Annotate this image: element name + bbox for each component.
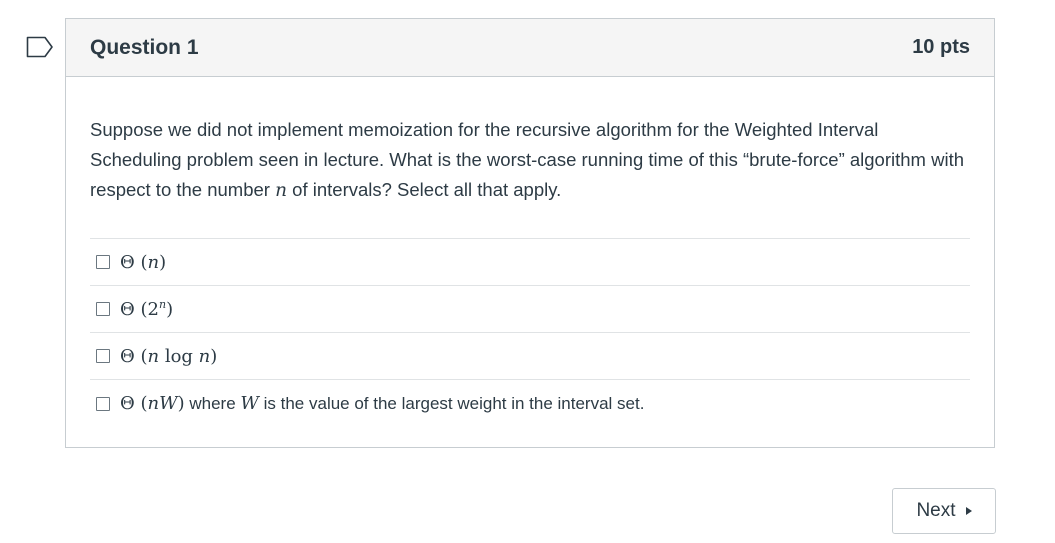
answer-option-2[interactable]: Θ (2n) (90, 286, 970, 333)
answer-checkbox[interactable] (96, 255, 110, 269)
question-body: Suppose we did not implement memoization… (66, 77, 994, 427)
answer-checkbox[interactable] (96, 302, 110, 316)
question-header: Question 1 10 pts (66, 19, 994, 77)
answer-label: Θ (nW) where W is the value of the large… (120, 393, 645, 414)
answer-option-4[interactable]: Θ (nW) where W is the value of the large… (90, 380, 970, 427)
answer-label: Θ (n log n) (120, 345, 218, 367)
answer-label: Θ (2n) (120, 298, 174, 320)
answer-label: Θ (n) (120, 251, 167, 273)
answer-option-3[interactable]: Θ (n log n) (90, 333, 970, 380)
answer-option-1[interactable]: Θ (n) (90, 239, 970, 286)
next-button[interactable]: Next (892, 488, 996, 534)
flag-question-icon[interactable] (26, 36, 54, 58)
answer-list: Θ (n) Θ (2n) Θ (n log n) Θ (nW) where W … (90, 238, 970, 427)
caret-right-icon (965, 507, 972, 515)
next-button-label: Next (916, 500, 956, 521)
question-title: Question 1 (90, 35, 199, 59)
answer-checkbox[interactable] (96, 349, 110, 363)
question-text: Suppose we did not implement memoization… (90, 119, 964, 201)
question-points: 10 pts (912, 36, 970, 58)
quiz-page: Question 1 10 pts Suppose we did not imp… (0, 0, 1055, 543)
answer-checkbox[interactable] (96, 396, 110, 411)
question-card: Question 1 10 pts Suppose we did not imp… (65, 18, 995, 448)
